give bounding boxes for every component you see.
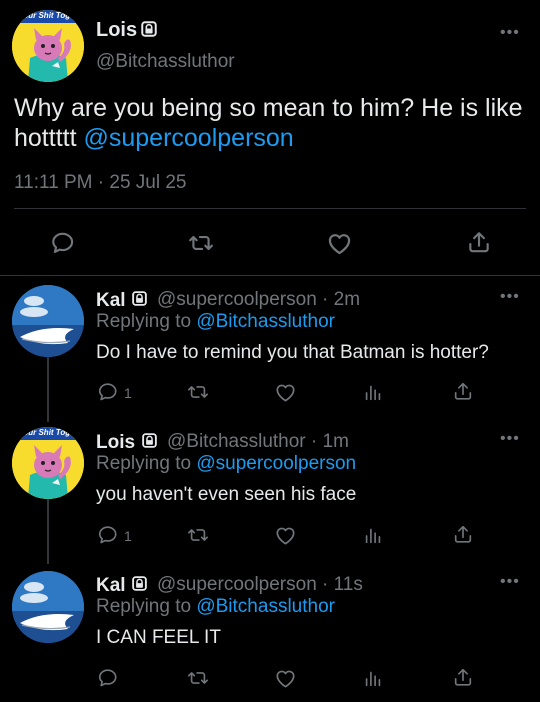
reply-avatar[interactable] [12, 571, 84, 643]
replying-to-label: Replying to [96, 453, 197, 474]
like-icon[interactable] [274, 667, 297, 690]
reply-icon[interactable] [97, 667, 119, 689]
replying-to-handle[interactable]: @Bitchassluthor [196, 596, 335, 617]
views-icon[interactable] [362, 667, 384, 689]
more-icon[interactable]: ••• [500, 288, 520, 306]
reply-count: 1 [124, 528, 132, 544]
lock-icon [140, 20, 158, 38]
retweet-icon[interactable] [187, 230, 215, 256]
reply-text: you haven't even seen his face [96, 484, 357, 505]
reply-display-name[interactable]: Lois [96, 432, 135, 454]
retweet-icon[interactable] [186, 524, 210, 546]
share-icon[interactable] [452, 666, 474, 689]
reply-meta[interactable]: @Bitchassluthor · 1m [167, 431, 349, 453]
more-icon[interactable]: ••• [500, 24, 520, 42]
reply-icon[interactable] [97, 524, 119, 546]
replying-to-handle[interactable]: @Bitchassluthor [196, 311, 335, 332]
views-icon[interactable] [362, 524, 384, 546]
reply-display-name[interactable]: Kal [96, 575, 126, 597]
replying-to-line: Replying to @supercoolperson [96, 453, 356, 475]
reply-meta[interactable]: @supercoolperson · 11s [157, 574, 363, 596]
main-display-name[interactable]: Lois [96, 19, 137, 42]
thread-line [47, 352, 49, 422]
like-icon[interactable] [274, 381, 297, 404]
lock-icon [131, 290, 148, 307]
lock-icon [131, 575, 148, 592]
avatar-banner-text: our Shit Toge [23, 11, 75, 20]
reply-meta[interactable]: @supercoolperson · 2m [157, 289, 360, 311]
shark-avatar-illustration [12, 285, 84, 357]
main-tweet-avatar[interactable]: our Shit Toge [12, 10, 84, 82]
like-icon[interactable] [274, 524, 297, 547]
reply-display-name[interactable]: Kal [96, 290, 126, 312]
views-icon[interactable] [362, 381, 384, 403]
reply-text: Do I have to remind you that Batman is h… [96, 342, 489, 363]
retweet-icon[interactable] [186, 381, 210, 403]
thread-line [47, 498, 49, 564]
like-icon[interactable] [326, 230, 353, 257]
shark-avatar-illustration [12, 571, 84, 643]
retweet-icon[interactable] [186, 667, 210, 689]
reply-icon[interactable] [97, 381, 119, 403]
more-icon[interactable]: ••• [500, 573, 520, 591]
reply-text: I CAN FEEL IT [96, 627, 221, 648]
share-icon[interactable] [452, 523, 474, 546]
reply-count: 1 [124, 385, 132, 401]
more-icon[interactable]: ••• [500, 430, 520, 448]
cat-avatar-illustration [12, 427, 84, 499]
main-timestamp[interactable]: 11:11 PM · 25 Jul 25 [14, 172, 187, 194]
main-tweet-text: Why are you being so mean to him? He is … [14, 93, 524, 153]
share-icon[interactable] [466, 229, 492, 256]
reply-icon[interactable] [50, 230, 76, 256]
reply-avatar[interactable] [12, 285, 84, 357]
divider [14, 208, 526, 209]
main-tweet-mention[interactable]: @supercoolperson [83, 124, 293, 152]
replying-to-label: Replying to [96, 596, 197, 617]
avatar-banner-text: our Shit Toge [23, 428, 75, 437]
replying-to-handle[interactable]: @supercoolperson [196, 453, 356, 474]
divider [0, 275, 540, 276]
replying-to-label: Replying to [96, 311, 197, 332]
cat-avatar-illustration [12, 10, 84, 82]
main-handle[interactable]: @Bitchassluthor [96, 51, 235, 73]
replying-to-line: Replying to @Bitchassluthor [96, 596, 335, 618]
share-icon[interactable] [452, 380, 474, 403]
replying-to-line: Replying to @Bitchassluthor [96, 311, 335, 333]
reply-avatar[interactable]: our Shit Toge [12, 427, 84, 499]
lock-icon [141, 432, 158, 449]
